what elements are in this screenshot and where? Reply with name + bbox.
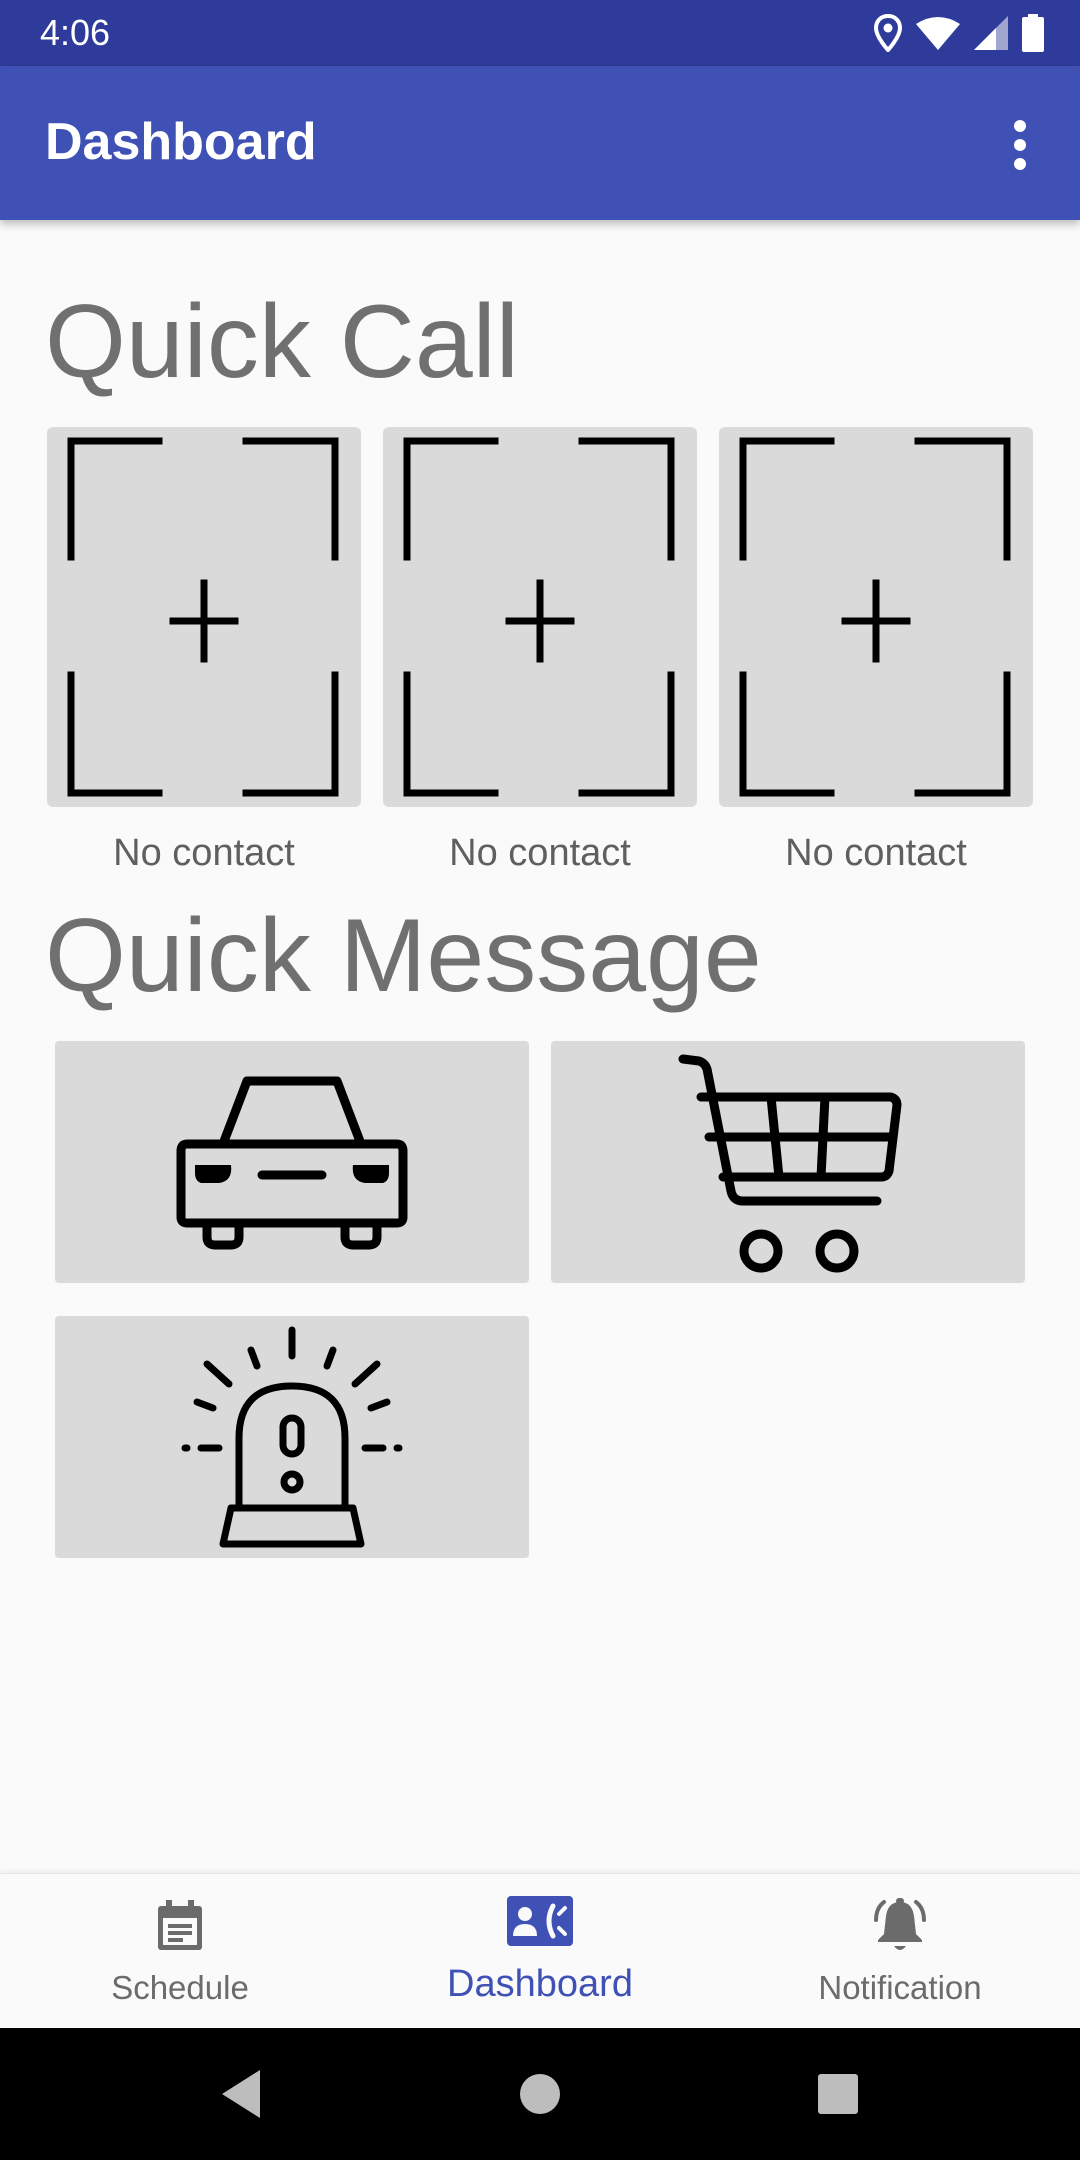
nav-label-notification: Notification [818,1969,982,2006]
back-button[interactable] [210,2064,270,2124]
quick-message-shopping-button[interactable] [551,1041,1025,1283]
status-icons [874,12,1044,54]
location-icon [874,14,902,52]
nav-item-dashboard[interactable]: Dashboard [360,1874,720,2029]
shopping-cart-icon [678,1054,902,1273]
contact-label-3: No contact [785,832,967,874]
screen: 4:06 Dashboard Quick Call No contact No … [0,0,1080,2160]
quick-call-title: Quick Call [45,284,519,400]
quick-message-car-button[interactable] [55,1041,529,1283]
system-navigation-bar [0,2028,1080,2160]
app-bar-title: Dashboard [45,113,317,171]
back-icon [222,2070,260,2118]
quick-message-title: Quick Message [45,898,762,1014]
nav-label-schedule: Schedule [111,1969,249,2006]
quick-message-emergency-button[interactable] [55,1316,529,1558]
signal-icon [974,16,1008,50]
bell-icon [874,1898,926,1950]
contact-phone-icon [507,1896,573,1946]
car-icon [176,1076,408,1250]
quick-call-slot-2[interactable] [383,427,697,807]
home-icon [520,2074,560,2114]
quick-call-slot-1[interactable] [47,427,361,807]
quick-call-slot-3[interactable] [719,427,1033,807]
more-vert-icon [1014,120,1026,170]
recents-button[interactable] [808,2064,868,2124]
status-bar: 4:06 [0,0,1080,66]
contact-label-2: No contact [449,832,631,874]
calendar-icon [158,1900,202,1950]
battery-icon [1022,14,1044,52]
status-time: 4:06 [40,12,111,53]
nav-item-schedule[interactable]: Schedule [0,1874,360,2029]
overflow-menu-button[interactable] [1000,116,1040,176]
wifi-icon [916,16,960,50]
nav-item-notification[interactable]: Notification [720,1874,1080,2029]
add-contact-icon [67,437,339,797]
recents-icon [818,2074,858,2114]
add-contact-icon [739,437,1011,797]
contact-label-1: No contact [113,832,295,874]
add-contact-icon [403,437,675,797]
home-button[interactable] [510,2064,570,2124]
siren-icon [181,1326,403,1548]
bottom-navigation: Schedule Dashboard Notification [0,1873,1080,2029]
nav-label-dashboard: Dashboard [447,1963,633,2005]
app-bar: Dashboard [0,66,1080,220]
